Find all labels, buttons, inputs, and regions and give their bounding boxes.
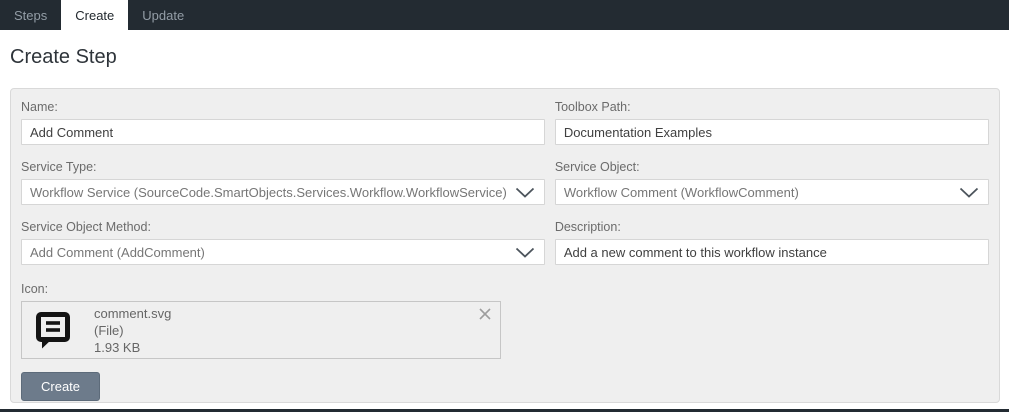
tab-update[interactable]: Update bbox=[128, 0, 198, 30]
service-type-value: Workflow Service (SourceCode.SmartObject… bbox=[30, 185, 507, 200]
chevron-down-icon bbox=[515, 187, 535, 198]
comment-icon bbox=[34, 311, 72, 349]
name-field-group: Name: bbox=[21, 100, 545, 145]
icon-file-kind: (File) bbox=[94, 322, 171, 339]
icon-field-group: Icon: comment.svg (File) 1.93 KB bbox=[21, 282, 501, 359]
create-step-form: Name: Toolbox Path: Service Type: Workfl… bbox=[10, 88, 1000, 403]
service-object-select[interactable]: Workflow Comment (WorkflowComment) bbox=[555, 179, 989, 205]
toolbox-path-field-group: Toolbox Path: bbox=[555, 100, 989, 145]
toolbox-path-label: Toolbox Path: bbox=[555, 100, 989, 114]
tab-steps[interactable]: Steps bbox=[0, 0, 61, 30]
chevron-down-icon bbox=[515, 247, 535, 258]
service-object-method-label: Service Object Method: bbox=[21, 220, 545, 234]
service-type-field-group: Service Type: Workflow Service (SourceCo… bbox=[21, 160, 545, 205]
submit-row: Create bbox=[21, 372, 989, 401]
icon-file-card: comment.svg (File) 1.93 KB bbox=[21, 301, 501, 359]
tab-bar: Steps Create Update bbox=[0, 0, 1009, 30]
page-title: Create Step bbox=[10, 46, 117, 69]
service-type-label: Service Type: bbox=[21, 160, 545, 174]
description-label: Description: bbox=[555, 220, 989, 234]
create-button[interactable]: Create bbox=[21, 372, 100, 401]
chevron-down-icon bbox=[959, 187, 979, 198]
icon-file-size: 1.93 KB bbox=[94, 339, 171, 356]
description-input[interactable] bbox=[555, 239, 989, 265]
service-object-method-field-group: Service Object Method: Add Comment (AddC… bbox=[21, 220, 545, 265]
service-object-method-value: Add Comment (AddComment) bbox=[30, 245, 205, 260]
tab-create[interactable]: Create bbox=[61, 0, 128, 30]
service-object-value: Workflow Comment (WorkflowComment) bbox=[564, 185, 799, 200]
service-type-select[interactable]: Workflow Service (SourceCode.SmartObject… bbox=[21, 179, 545, 205]
service-object-method-select[interactable]: Add Comment (AddComment) bbox=[21, 239, 545, 265]
service-object-label: Service Object: bbox=[555, 160, 989, 174]
remove-file-icon[interactable] bbox=[478, 307, 492, 321]
toolbox-path-input[interactable] bbox=[555, 119, 989, 145]
name-label: Name: bbox=[21, 100, 545, 114]
description-field-group: Description: bbox=[555, 220, 989, 265]
icon-label: Icon: bbox=[21, 282, 501, 296]
icon-file-name: comment.svg bbox=[94, 305, 171, 322]
service-object-field-group: Service Object: Workflow Comment (Workfl… bbox=[555, 160, 989, 205]
name-input[interactable] bbox=[21, 119, 545, 145]
